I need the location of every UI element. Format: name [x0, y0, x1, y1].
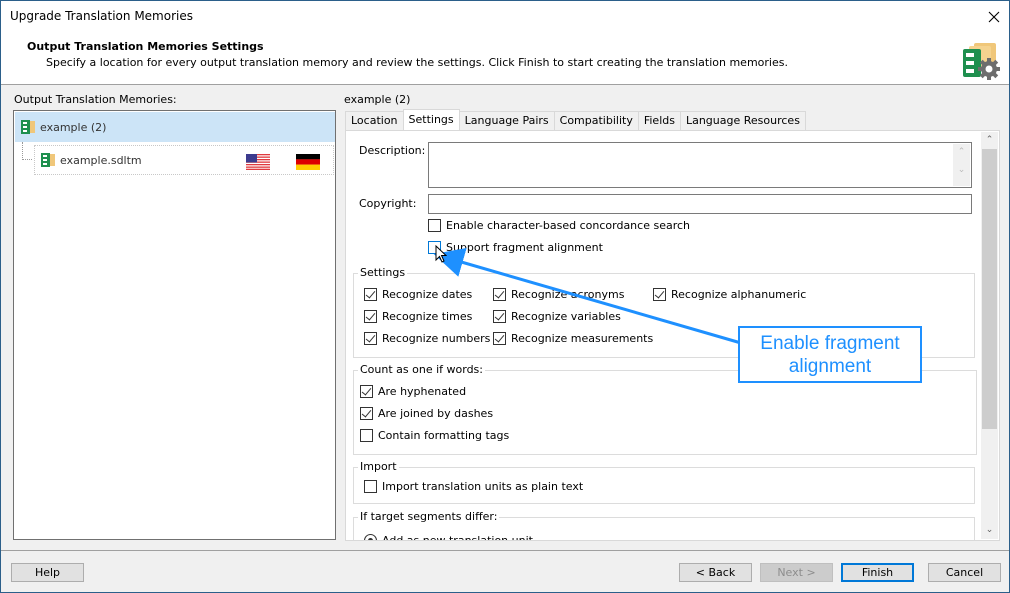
translation-memory-icon	[21, 120, 35, 134]
recognize-numbers-checkbox[interactable]: Recognize numbers	[364, 332, 490, 345]
upgrade-tm-dialog: Upgrade Translation Memories Output Tran…	[0, 0, 1010, 593]
close-icon	[988, 11, 1000, 22]
description-label: Description:	[359, 144, 426, 157]
checkbox-box	[364, 310, 377, 323]
output-tm-label: Output Translation Memories:	[14, 93, 177, 106]
tab-settings[interactable]: Settings	[402, 109, 460, 130]
checkbox-box	[493, 332, 506, 345]
checkbox-box	[428, 219, 441, 232]
recognize-alphanumeric-checkbox[interactable]: Recognize alphanumeric	[653, 288, 806, 301]
back-button[interactable]: < Back	[679, 563, 752, 582]
settings-tabs: Location Settings Language Pairs Compati…	[345, 109, 806, 130]
checkbox-label: Recognize alphanumeric	[671, 288, 807, 301]
checkbox-label: Recognize measurements	[511, 332, 654, 345]
checkbox-label: Recognize variables	[511, 310, 621, 323]
checkbox-box	[493, 288, 506, 301]
tree-connector	[22, 142, 32, 160]
checkbox-label: Recognize times	[382, 310, 473, 323]
checkbox-box	[360, 429, 373, 442]
copyright-label: Copyright:	[359, 197, 417, 210]
selected-tm-label: example (2)	[344, 93, 411, 106]
title-bar: Upgrade Translation Memories	[1, 1, 1009, 32]
recognize-dates-checkbox[interactable]: Recognize dates	[364, 288, 472, 301]
checkbox-label: Are joined by dashes	[378, 407, 494, 420]
count-group-title: Count as one if words:	[358, 363, 485, 376]
help-button[interactable]: Help	[11, 563, 84, 582]
enable-char-concordance-checkbox[interactable]: Enable character-based concordance searc…	[428, 219, 690, 232]
cancel-button[interactable]: Cancel	[928, 563, 1001, 582]
close-button[interactable]	[979, 1, 1009, 32]
tree-item-example-sdltm[interactable]: example.sdltm	[34, 145, 334, 175]
output-tm-tree[interactable]: example (2) example.sdltm	[13, 110, 336, 540]
tab-fields[interactable]: Fields	[637, 111, 681, 130]
add-new-tu-radio[interactable]: Add as new translation unit	[364, 534, 533, 541]
radio-label: Add as new translation unit	[382, 534, 533, 541]
next-button[interactable]: Next >	[760, 563, 833, 582]
checkbox-label: Are hyphenated	[378, 385, 467, 398]
radio-dot	[364, 534, 377, 540]
us-flag-icon	[246, 154, 270, 170]
checkbox-label: Recognize acronyms	[511, 288, 625, 301]
checkbox-label: Contain formatting tags	[378, 429, 510, 442]
description-scrollbar[interactable]: ⌃ ⌄	[953, 144, 970, 186]
are-joined-by-dashes-checkbox[interactable]: Are joined by dashes	[360, 407, 493, 420]
settings-scrollbar[interactable]: ⌃ ⌄	[981, 132, 998, 539]
callout-line-1: Enable fragment	[760, 333, 900, 354]
are-hyphenated-checkbox[interactable]: Are hyphenated	[360, 385, 466, 398]
checkbox-box	[493, 310, 506, 323]
checkbox-box	[364, 332, 377, 345]
de-flag-icon	[296, 154, 320, 170]
checkbox-label: Enable character-based concordance searc…	[446, 219, 691, 232]
checkbox-label: Support fragment alignment	[446, 241, 603, 254]
tree-item-label: example (2)	[40, 120, 107, 134]
description-field[interactable]: ⌃ ⌄	[428, 142, 972, 188]
annotation-callout: Enable fragment alignment	[738, 326, 922, 383]
import-group-title: Import	[358, 460, 399, 473]
recognize-measurements-checkbox[interactable]: Recognize measurements	[493, 332, 653, 345]
translation-memory-settings-icon	[963, 43, 1000, 80]
tree-item-example[interactable]: example (2)	[15, 112, 335, 142]
page-subtitle: Specify a location for every output tran…	[46, 56, 788, 69]
import-plain-text-checkbox[interactable]: Import translation units as plain text	[364, 480, 583, 493]
checkbox-box	[360, 407, 373, 420]
tab-language-pairs[interactable]: Language Pairs	[458, 111, 555, 130]
translation-memory-icon	[41, 153, 55, 167]
tab-language-resources[interactable]: Language Resources	[679, 111, 806, 130]
scroll-down-icon[interactable]: ⌄	[981, 522, 998, 539]
checkbox-box	[364, 480, 377, 493]
checkbox-label: Recognize dates	[382, 288, 473, 301]
target-differ-group-title: If target segments differ:	[358, 510, 500, 523]
checkbox-box	[364, 288, 377, 301]
checkbox-label: Import translation units as plain text	[382, 480, 584, 493]
copyright-field[interactable]	[428, 194, 972, 214]
callout-line-2: alignment	[788, 356, 872, 377]
page-title: Output Translation Memories Settings	[27, 40, 264, 53]
settings-group-title: Settings	[358, 266, 408, 279]
contain-formatting-tags-checkbox[interactable]: Contain formatting tags	[360, 429, 509, 442]
footer-divider	[1, 550, 1009, 551]
checkbox-box	[360, 385, 373, 398]
mouse-cursor-icon	[435, 245, 447, 263]
recognize-acronyms-checkbox[interactable]: Recognize acronyms	[493, 288, 624, 301]
tree-item-label: example.sdltm	[60, 153, 142, 167]
scroll-up-icon[interactable]: ⌃	[981, 132, 998, 149]
scrollbar-thumb[interactable]	[982, 149, 997, 429]
checkbox-box	[653, 288, 666, 301]
finish-button[interactable]: Finish	[841, 563, 914, 582]
import-group: Import Import translation units as plain…	[353, 460, 975, 504]
recognize-times-checkbox[interactable]: Recognize times	[364, 310, 472, 323]
support-fragment-alignment-checkbox[interactable]: Support fragment alignment	[428, 241, 603, 254]
checkbox-label: Recognize numbers	[382, 332, 491, 345]
tab-location[interactable]: Location	[345, 111, 404, 130]
tab-compatibility[interactable]: Compatibility	[553, 111, 639, 130]
window-title: Upgrade Translation Memories	[10, 9, 193, 23]
wizard-header: Output Translation Memories Settings Spe…	[1, 32, 1009, 85]
recognize-variables-checkbox[interactable]: Recognize variables	[493, 310, 621, 323]
